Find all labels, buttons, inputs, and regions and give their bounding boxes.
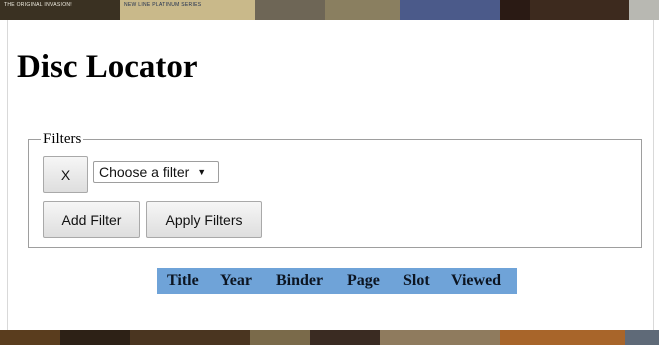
results-table-header: Title Year Binder Page Slot Viewed [157,268,517,294]
column-header-year[interactable]: Year [220,272,252,290]
banner-tile [0,330,60,345]
banner-tile [629,0,659,20]
banner-tile: NEW LINE PLATINUM SERIES [120,0,255,20]
banner-tile [60,330,130,345]
add-filter-button[interactable]: Add Filter [43,201,140,238]
banner-tile [530,0,629,20]
banner-tile [325,0,400,20]
banner-tile [255,0,325,20]
banner-tile [500,330,625,345]
banner-tile [625,330,659,345]
filter-select-value: Choose a filter [99,164,190,180]
chevron-down-icon: ▼ [197,167,207,177]
banner-tile [400,0,500,20]
column-header-viewed[interactable]: Viewed [451,272,501,290]
banner-text: THE ORIGINAL INVASION! [4,2,72,8]
remove-filter-button[interactable]: X [43,156,88,193]
filters-legend: Filters [43,131,82,147]
banner-tile [310,330,380,345]
column-header-page[interactable]: Page [347,272,380,290]
apply-filters-button[interactable]: Apply Filters [146,201,262,238]
top-banner-strip: THE ORIGINAL INVASION! NEW LINE PLATINUM… [0,0,659,20]
banner-tile: THE ORIGINAL INVASION! [0,0,120,20]
column-header-title[interactable]: Title [167,272,199,290]
column-header-binder[interactable]: Binder [276,272,323,290]
bottom-banner-strip [0,330,659,345]
banner-text: NEW LINE PLATINUM SERIES [124,2,202,8]
banner-tile [380,330,500,345]
filter-select[interactable]: Choose a filter ▼ [93,161,219,183]
banner-tile [500,0,530,20]
banner-tile [130,330,250,345]
column-header-slot[interactable]: Slot [403,272,430,290]
page-title: Disc Locator [17,49,198,85]
banner-tile [250,330,310,345]
